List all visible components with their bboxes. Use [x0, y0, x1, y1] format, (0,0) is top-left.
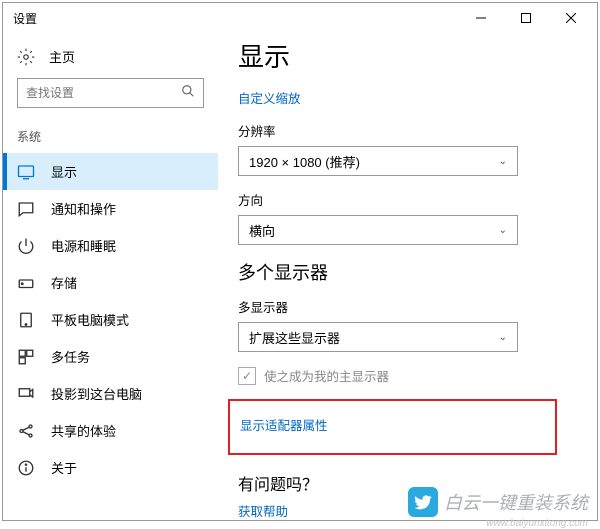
sidebar-item-project[interactable]: 投影到这台电脑 [3, 375, 218, 412]
sidebar-item-label: 关于 [51, 458, 77, 477]
resolution-label: 分辨率 [238, 121, 577, 140]
minimize-button[interactable] [458, 3, 503, 33]
sidebar-item-power[interactable]: 电源和睡眠 [3, 227, 218, 264]
chevron-down-icon: ⌄ [499, 156, 507, 167]
power-icon [17, 237, 35, 255]
sidebar-item-label: 电源和睡眠 [51, 236, 116, 255]
multi-monitor-heading: 多个显示器 [238, 259, 577, 285]
monitor-icon [17, 163, 35, 181]
project-icon [17, 385, 35, 403]
multi-monitor-label: 多显示器 [238, 297, 577, 316]
make-main-label: 使之成为我的主显示器 [264, 366, 389, 385]
search-wrap [3, 78, 218, 122]
window-controls [458, 3, 593, 33]
chevron-down-icon: ⌄ [499, 225, 507, 236]
help-heading: 有问题吗？ [238, 471, 577, 495]
home-label: 主页 [49, 47, 75, 66]
settings-window: 设置 主页 系统 显示 [2, 2, 598, 521]
left-pane: 主页 系统 显示 通知和操作 电源和睡眠 [3, 33, 218, 520]
sidebar-item-shared[interactable]: 共享的体验 [3, 412, 218, 449]
sidebar-item-about[interactable]: 关于 [3, 449, 218, 486]
multi-monitor-value: 扩展这些显示器 [249, 328, 340, 347]
display-adapter-link[interactable]: 显示适配器属性 [240, 415, 328, 434]
info-icon [17, 459, 35, 477]
sidebar-item-display[interactable]: 显示 [3, 153, 218, 190]
orientation-label: 方向 [238, 190, 577, 209]
sidebar-item-notifications[interactable]: 通知和操作 [3, 190, 218, 227]
sidebar-item-label: 通知和操作 [51, 199, 116, 218]
highlight-box: 显示适配器属性 [228, 399, 557, 455]
get-help-link[interactable]: 获取帮助 [238, 501, 288, 520]
multitask-icon [17, 348, 35, 366]
close-button[interactable] [548, 3, 593, 33]
search-box[interactable] [17, 78, 204, 108]
sidebar-item-label: 投影到这台电脑 [51, 384, 142, 403]
gear-icon [17, 48, 35, 66]
sidebar-item-storage[interactable]: 存储 [3, 264, 218, 301]
page-heading: 显示 [238, 37, 577, 74]
search-icon [181, 84, 195, 103]
sidebar-item-label: 多任务 [51, 347, 90, 366]
sidebar-item-label: 共享的体验 [51, 421, 116, 440]
home-button[interactable]: 主页 [3, 41, 218, 78]
resolution-select[interactable]: 1920 × 1080 (推荐) ⌄ [238, 146, 518, 176]
right-pane: 显示 自定义缩放 分辨率 1920 × 1080 (推荐) ⌄ 方向 横向 ⌄ … [218, 33, 597, 520]
section-label-system: 系统 [3, 122, 218, 153]
share-icon [17, 422, 35, 440]
content-area: 主页 系统 显示 通知和操作 电源和睡眠 [3, 33, 597, 520]
sidebar-item-label: 存储 [51, 273, 77, 292]
tablet-icon [17, 311, 35, 329]
storage-icon [17, 274, 35, 292]
message-icon [17, 200, 35, 218]
sidebar-item-label: 平板电脑模式 [51, 310, 129, 329]
make-main-checkbox: ✓ [238, 367, 256, 385]
multi-monitor-select[interactable]: 扩展这些显示器 ⌄ [238, 322, 518, 352]
sidebar-item-multitask[interactable]: 多任务 [3, 338, 218, 375]
titlebar: 设置 [3, 3, 597, 33]
sidebar-item-label: 显示 [51, 162, 77, 181]
sidebar-item-tablet[interactable]: 平板电脑模式 [3, 301, 218, 338]
search-input[interactable] [26, 86, 181, 100]
make-main-row: ✓ 使之成为我的主显示器 [238, 366, 577, 385]
window-title: 设置 [13, 10, 458, 27]
custom-scale-link[interactable]: 自定义缩放 [238, 88, 301, 107]
chevron-down-icon: ⌄ [499, 332, 507, 343]
orientation-select[interactable]: 横向 ⌄ [238, 215, 518, 245]
resolution-value: 1920 × 1080 (推荐) [249, 152, 360, 171]
orientation-value: 横向 [249, 221, 275, 240]
maximize-button[interactable] [503, 3, 548, 33]
